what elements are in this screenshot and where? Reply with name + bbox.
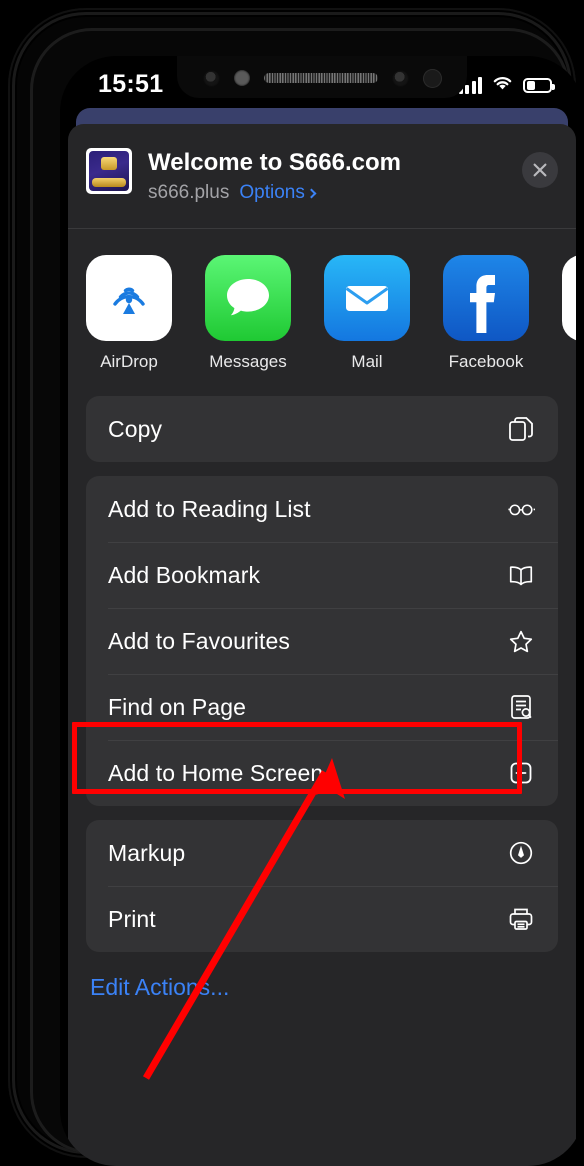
glasses-icon [506,494,536,524]
page-domain: s666.plus [148,182,230,203]
action-label: Add to Reading List [108,495,311,522]
front-camera-icon [202,69,220,87]
share-sheet-subtitle: s666.plus Options [148,182,506,204]
action-row-markup[interactable]: Markup [86,820,558,886]
action-label: Print [108,905,156,932]
mail-icon [324,255,410,341]
action-label: Add to Favourites [108,627,290,654]
phone-screen: 15:51 Welcome to S666.com s666.plus Opti… [60,56,584,1166]
messages-icon [205,255,291,341]
share-target-facebook[interactable]: Facebook [443,255,529,372]
earpiece-speaker [263,73,378,83]
page-title: Welcome to S666.com [148,149,401,176]
action-row-add-to-reading-list[interactable]: Add to Reading List [86,476,558,542]
close-icon [533,163,547,177]
share-target-mail[interactable]: Mail [324,255,410,372]
chevron-right-icon [306,188,317,198]
find-page-icon [506,692,536,722]
action-row-add-to-home-screen[interactable]: Add to Home Screen [86,740,558,806]
share-target-label: Mes [562,352,576,372]
close-button[interactable] [522,152,558,188]
book-icon [506,560,536,590]
battery-icon [523,77,555,93]
printer-icon [506,904,536,934]
edit-actions-button[interactable]: Edit Actions... [86,966,558,1031]
share-sheet-header: Welcome to S666.com s666.plus Options [68,124,576,229]
ambient-light-sensor-icon [422,68,442,88]
action-group-copy: Copy [86,396,558,462]
copy-icon [506,414,536,444]
share-targets-row[interactable]: AirDrop Messages Mail Facebook [68,229,576,384]
messenger-icon [562,255,576,341]
markup-pen-icon [506,838,536,868]
airdrop-icon [86,255,172,341]
action-label: Find on Page [108,693,247,720]
status-indicators [458,74,555,96]
phone-bezel: 15:51 Welcome to S666.com s666.plus Opti… [30,28,584,1166]
share-target-label: Mail [351,352,383,371]
action-label: Add Bookmark [108,561,261,588]
action-list-area: Copy Add to Reading List Add Bookmark Ad… [68,384,576,1031]
facebook-icon [443,255,529,341]
action-label: Add to Home Screen [108,759,324,786]
phone-notch [177,56,467,98]
star-icon [506,626,536,656]
action-label: Markup [108,839,186,866]
share-target-messenger[interactable]: Mes [562,255,576,372]
options-label: Options [239,182,305,203]
options-button[interactable]: Options [239,182,317,204]
share-target-label: Facebook [448,352,524,371]
action-row-find-on-page[interactable]: Find on Page [86,674,558,740]
proximity-sensor-icon [391,69,409,87]
plus-square-icon [506,758,536,788]
phone-frame: 15:51 Welcome to S666.com s666.plus Opti… [8,8,584,1166]
sensor-dot-icon [233,70,250,86]
share-sheet-title-block: Welcome to S666.com s666.plus Options [148,146,506,204]
share-target-airdrop[interactable]: AirDrop [86,255,172,372]
action-group-tools: Markup Print [86,820,558,952]
share-target-messages[interactable]: Messages [205,255,291,372]
wifi-icon [491,74,514,96]
action-row-copy[interactable]: Copy [86,396,558,462]
share-target-label: AirDrop [100,352,158,371]
status-time: 15:51 [98,70,164,98]
s666-favicon [86,148,132,194]
action-label: Copy [108,415,163,442]
action-row-add-bookmark[interactable]: Add Bookmark [86,542,558,608]
share-target-label: Messages [209,352,287,371]
action-row-print[interactable]: Print [86,886,558,952]
action-row-add-to-favourites[interactable]: Add to Favourites [86,608,558,674]
share-sheet: Welcome to S666.com s666.plus Options Ai… [68,124,576,1166]
action-group-browser: Add to Reading List Add Bookmark Add to … [86,476,558,806]
